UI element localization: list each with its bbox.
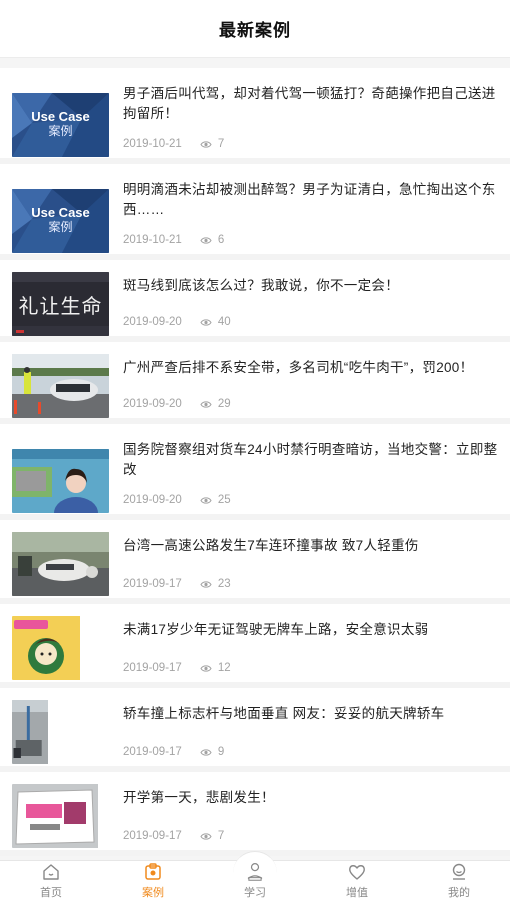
case-icon xyxy=(145,863,161,880)
article-item[interactable]: 台湾一高速公路发生7车连环撞事故 致7人轻重伤 2019-09-17 23 xyxy=(0,520,510,604)
article-item[interactable]: Use Case 案例 明明滴酒未沾却被测出醉驾？男子为证清白，急忙掏出这个东西… xyxy=(0,164,510,260)
article-views: 29 xyxy=(217,398,231,410)
home-icon xyxy=(43,864,59,880)
article-date: 2019-10-21 xyxy=(123,234,182,246)
eye-icon xyxy=(200,748,212,756)
article-title[interactable]: 轿车撞上标志杆与地面垂直 网友：妥妥的航天牌轿车 xyxy=(123,700,500,724)
eye-icon xyxy=(200,580,212,588)
tab-label: 案例 xyxy=(142,887,164,899)
article-meta: 2019-10-21 7 xyxy=(123,138,224,150)
article-item[interactable]: 未满17岁少年无证驾驶无牌车上路，安全意识太弱 2019-09-17 12 xyxy=(0,604,510,688)
tab-cases[interactable]: 案例 xyxy=(102,861,204,904)
article-views: 12 xyxy=(217,662,231,674)
article-date: 2019-09-17 xyxy=(123,662,182,674)
eye-icon xyxy=(200,400,212,408)
article-list[interactable]: Use Case 案例 男子酒后叫代驾，却对着代驾一顿猛打？奇葩操作把自己送进拘… xyxy=(0,58,510,860)
page-header: 最新案例 xyxy=(0,0,510,58)
tab-study[interactable]: 学习 xyxy=(204,851,306,904)
eye-icon xyxy=(200,664,212,672)
article-thumbnail: Use Case 案例 xyxy=(12,189,109,253)
article-item[interactable]: Use Case 案例 男子酒后叫代驾，却对着代驾一顿猛打？奇葩操作把自己送进拘… xyxy=(0,68,510,164)
study-icon xyxy=(247,863,263,881)
eye-icon xyxy=(200,832,212,840)
thumbnail-caption-en: Use Case xyxy=(31,205,90,220)
article-date: 2019-10-21 xyxy=(123,138,182,150)
tab-label: 我的 xyxy=(448,887,470,899)
article-meta: 2019-09-17 23 xyxy=(123,578,231,590)
article-thumbnail xyxy=(12,354,109,418)
tab-label: 增值 xyxy=(346,887,368,899)
article-item[interactable]: 国务院督察组对货车24小时禁行明查暗访，当地交警：立即整改 2019-09-20… xyxy=(0,424,510,520)
article-item[interactable]: 轿车撞上标志杆与地面垂直 网友：妥妥的航天牌轿车 2019-09-17 9 xyxy=(0,688,510,772)
article-meta: 2019-09-20 25 xyxy=(123,494,231,506)
profile-icon xyxy=(452,863,466,880)
tab-label: 首页 xyxy=(40,887,62,899)
article-title[interactable]: 广州严查后排不系安全带，多名司机“吃牛肉干”，罚200！ xyxy=(123,354,500,378)
tab-label: 学习 xyxy=(244,887,266,899)
article-views: 6 xyxy=(217,234,225,246)
thumbnail-caption-en: Use Case xyxy=(31,109,90,124)
article-thumbnail xyxy=(12,784,109,848)
article-item[interactable]: 广州严查后排不系安全带，多名司机“吃牛肉干”，罚200！ 2019-09-20 … xyxy=(0,342,510,424)
eye-icon xyxy=(200,140,212,148)
article-thumbnail: 礼让生命 xyxy=(12,272,109,336)
page-title: 最新案例 xyxy=(219,21,291,40)
article-title[interactable]: 国务院督察组对货车24小时禁行明查暗访，当地交警：立即整改 xyxy=(123,436,500,480)
article-thumbnail xyxy=(12,700,109,764)
article-date: 2019-09-17 xyxy=(123,830,182,842)
article-views: 23 xyxy=(217,578,231,590)
tab-home[interactable]: 首页 xyxy=(0,861,102,904)
article-item[interactable]: 开学第一天，悲剧发生！ 2019-09-17 7 xyxy=(0,772,510,856)
article-meta: 2019-09-17 9 xyxy=(123,746,224,758)
article-title[interactable]: 未满17岁少年无证驾驶无牌车上路，安全意识太弱 xyxy=(123,616,500,640)
heart-icon xyxy=(349,865,365,880)
bottom-tab-bar: 首页 案例 学习 增值 我的 xyxy=(0,851,510,904)
article-meta: 2019-09-17 12 xyxy=(123,662,231,674)
article-meta: 2019-09-20 29 xyxy=(123,398,231,410)
road-text: 礼让生命 xyxy=(18,294,103,318)
article-date: 2019-09-20 xyxy=(123,398,182,410)
article-views: 25 xyxy=(217,494,231,506)
article-title[interactable]: 斑马线到底该怎么过？我敢说，你不一定会！ xyxy=(123,272,500,296)
article-views: 7 xyxy=(217,830,225,842)
article-date: 2019-09-17 xyxy=(123,746,182,758)
article-date: 2019-09-20 xyxy=(123,316,182,328)
eye-icon xyxy=(200,318,212,326)
eye-icon xyxy=(200,496,212,504)
article-title[interactable]: 台湾一高速公路发生7车连环撞事故 致7人轻重伤 xyxy=(123,532,500,556)
article-views: 7 xyxy=(217,138,225,150)
article-title[interactable]: 男子酒后叫代驾，却对着代驾一顿猛打？奇葩操作把自己送进拘留所！ xyxy=(123,80,500,124)
article-date: 2019-09-17 xyxy=(123,578,182,590)
article-meta: 2019-09-20 40 xyxy=(123,316,231,328)
article-thumbnail xyxy=(12,449,109,513)
article-meta: 2019-10-21 6 xyxy=(123,234,224,246)
article-meta: 2019-09-17 7 xyxy=(123,830,224,842)
thumbnail-caption-cn: 案例 xyxy=(48,220,73,234)
article-thumbnail: Use Case 案例 xyxy=(12,93,109,157)
article-thumbnail xyxy=(12,616,109,680)
eye-icon xyxy=(200,236,212,244)
article-title[interactable]: 开学第一天，悲剧发生！ xyxy=(123,784,500,808)
article-views: 40 xyxy=(217,316,231,328)
article-item[interactable]: 礼让生命 斑马线到底该怎么过？我敢说，你不一定会！ 2019-09-20 40 xyxy=(0,260,510,342)
article-thumbnail xyxy=(12,532,109,596)
article-views: 9 xyxy=(217,746,225,758)
article-title[interactable]: 明明滴酒未沾却被测出醉驾？男子为证清白，急忙掏出这个东西…… xyxy=(123,176,500,220)
tab-value-added[interactable]: 增值 xyxy=(306,861,408,904)
tab-profile[interactable]: 我的 xyxy=(408,861,510,904)
article-date: 2019-09-20 xyxy=(123,494,182,506)
thumbnail-caption-cn: 案例 xyxy=(48,124,73,138)
